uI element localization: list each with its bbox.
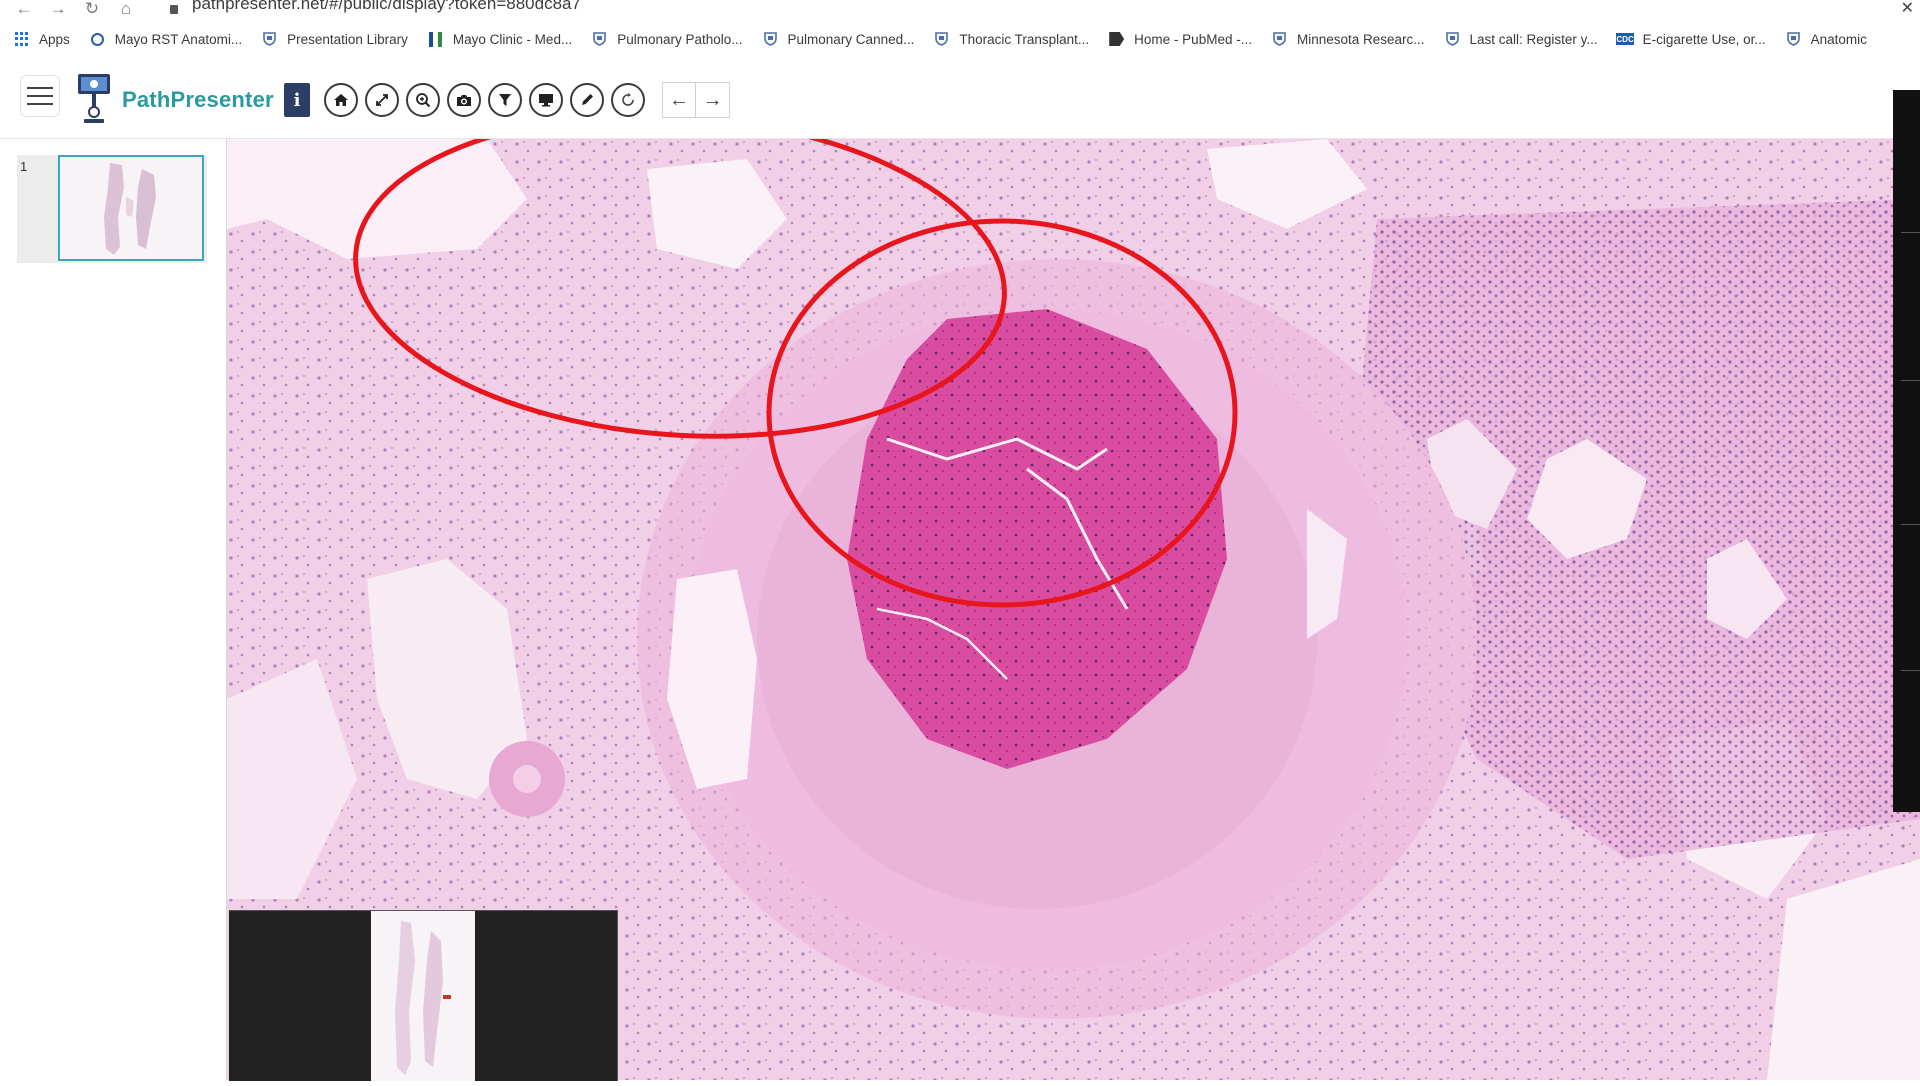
bookmark-label: Thoracic Transplant... xyxy=(959,31,1090,47)
app-header: PathPresenter i ← → xyxy=(0,62,1920,139)
reload-icon[interactable]: ↻ xyxy=(82,0,102,17)
bookmark-label: Pulmonary Canned... xyxy=(787,31,915,47)
app-logo-text: PathPresenter xyxy=(122,87,274,112)
slide-number: 1 xyxy=(20,159,28,174)
bookmark-thoracic-transplant[interactable]: Thoracic Transplant... xyxy=(934,32,1089,47)
bookmark-label: Pulmonary Patholo... xyxy=(617,31,743,47)
home-icon xyxy=(334,94,348,106)
filter-button[interactable] xyxy=(488,83,522,117)
forward-icon[interactable]: → xyxy=(48,0,68,17)
screenshot-button[interactable] xyxy=(447,83,481,117)
shield-icon xyxy=(934,32,949,47)
bookmark-last-call[interactable]: Last call: Register y... xyxy=(1445,32,1598,47)
filter-icon xyxy=(499,94,511,106)
bookmark-label: Minnesota Researc... xyxy=(1296,31,1425,47)
shield-icon xyxy=(1445,32,1460,47)
bookmark-pulmonary-pathology[interactable]: Pulmonary Patholo... xyxy=(592,31,743,47)
back-icon[interactable]: ← xyxy=(14,0,34,17)
shield-icon xyxy=(1786,32,1801,47)
bookmark-label: E-cigarette Use, or... xyxy=(1642,31,1766,47)
viewer-toolbar: i xyxy=(284,82,652,118)
next-slide-button[interactable]: → xyxy=(696,82,730,118)
slide-thumbnail[interactable] xyxy=(58,155,204,261)
globe-icon xyxy=(90,32,105,47)
mayo-icon xyxy=(428,31,443,47)
zoom-icon xyxy=(416,93,431,108)
bookmark-presentation-library[interactable]: Presentation Library xyxy=(262,32,408,47)
browser-chrome: ← → ↻ ⌂ pathpresenter.net/#/public/displ… xyxy=(0,0,1920,60)
menu-icon[interactable] xyxy=(20,75,60,117)
annotate-button[interactable] xyxy=(570,83,604,117)
lock-icon xyxy=(170,4,178,14)
shield-icon xyxy=(763,32,778,47)
home-button[interactable] xyxy=(324,83,358,117)
bookmark-label: Mayo Clinic - Med... xyxy=(452,31,573,47)
zoom-button[interactable] xyxy=(406,83,440,117)
bookmark-mayo-clinic[interactable]: Mayo Clinic - Med... xyxy=(428,31,573,47)
bookmark-label: Apps xyxy=(39,31,70,47)
bookmark-label: Anatomic xyxy=(1810,31,1867,47)
bookmark-label: Presentation Library xyxy=(287,31,408,47)
close-icon[interactable]: ✕ xyxy=(1901,0,1914,18)
right-side-panel[interactable] xyxy=(1893,90,1920,812)
camera-icon xyxy=(457,95,471,106)
slide-nav: ← → xyxy=(662,82,730,118)
bookmark-label: Home - PubMed -... xyxy=(1134,31,1252,47)
bookmark-e-cigarette[interactable]: CDC E-cigarette Use, or... xyxy=(1616,31,1766,47)
bookmark-apps[interactable]: Apps xyxy=(14,32,70,47)
pencil-icon xyxy=(582,94,593,105)
shield-icon xyxy=(592,32,607,47)
apps-grid-icon xyxy=(14,31,29,47)
bookmarks-bar: Apps Mayo RST Anatomi... Presentation Li… xyxy=(0,28,1920,50)
address-bar-row: ← → ↻ ⌂ pathpresenter.net/#/public/displ… xyxy=(0,0,1920,18)
prev-slide-button[interactable]: ← xyxy=(662,82,696,118)
minimap-slide[interactable] xyxy=(371,911,475,1081)
cdc-icon: CDC xyxy=(1616,33,1634,45)
monitor-icon xyxy=(539,94,553,107)
microscope-logo-icon xyxy=(74,72,114,124)
bookmark-label: Last call: Register y... xyxy=(1469,31,1598,47)
slide-thumbnail-item[interactable]: 1 xyxy=(17,155,207,263)
bookmark-pubmed[interactable]: Home - PubMed -... xyxy=(1109,32,1252,47)
pubmed-icon xyxy=(1109,32,1125,47)
shield-icon xyxy=(1272,32,1287,47)
bookmark-anatomic[interactable]: Anatomic xyxy=(1786,32,1867,47)
shield-icon xyxy=(262,32,277,47)
slide-sidebar: 1 xyxy=(0,139,228,1080)
bookmark-pulmonary-canned[interactable]: Pulmonary Canned... xyxy=(763,31,915,47)
fullscreen-button[interactable] xyxy=(365,83,399,117)
info-button[interactable]: i xyxy=(284,83,310,117)
rotate-icon xyxy=(622,93,634,106)
home-nav-icon[interactable]: ⌂ xyxy=(116,0,136,17)
bookmark-mayo-rst[interactable]: Mayo RST Anatomi... xyxy=(90,32,242,47)
navigator-minimap[interactable] xyxy=(229,910,618,1081)
bookmark-minnesota-research[interactable]: Minnesota Researc... xyxy=(1272,32,1425,47)
minimap-viewport-indicator[interactable] xyxy=(443,995,451,999)
rotate-button[interactable] xyxy=(611,83,645,117)
present-button[interactable] xyxy=(529,83,563,117)
bookmark-label: Mayo RST Anatomi... xyxy=(114,31,243,47)
expand-icon xyxy=(376,94,388,106)
url-field[interactable]: pathpresenter.net/#/public/display?token… xyxy=(192,0,581,14)
